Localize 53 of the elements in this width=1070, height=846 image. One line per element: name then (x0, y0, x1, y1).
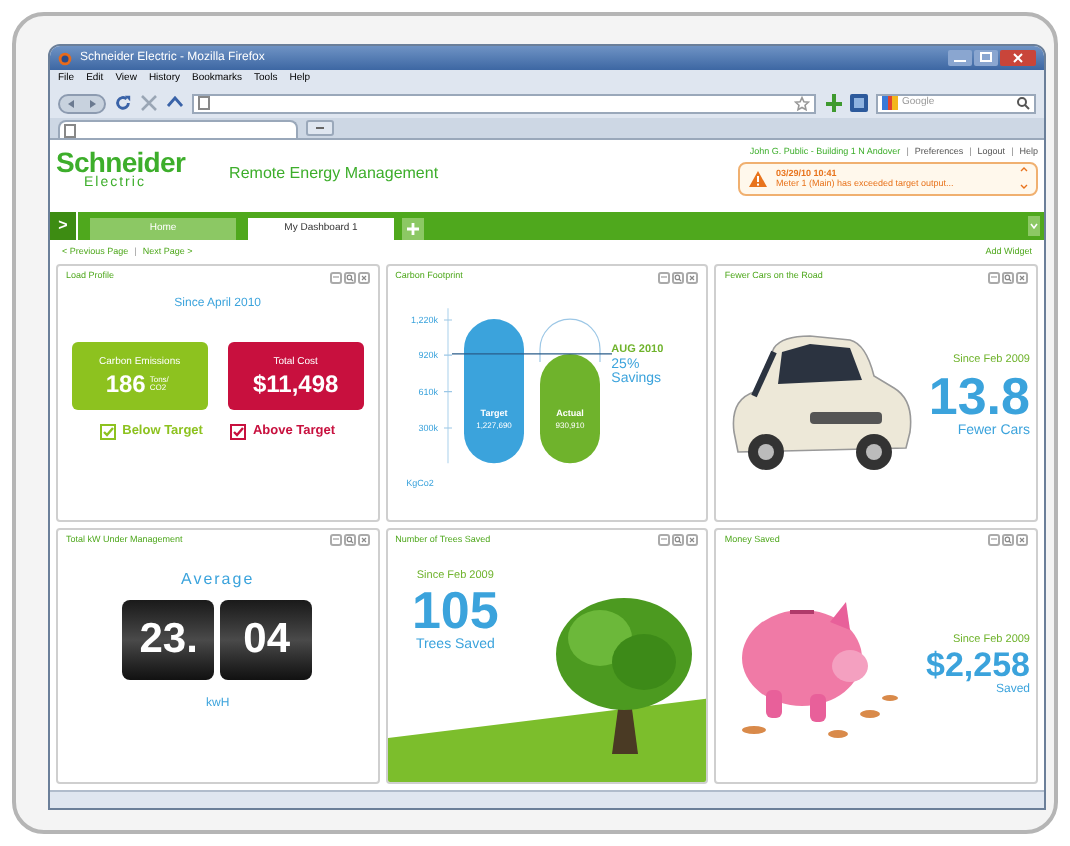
page-icon (198, 96, 210, 110)
search-icon[interactable] (1016, 96, 1030, 110)
page-icon (64, 123, 76, 137)
widget-menu-icon[interactable] (988, 271, 1000, 283)
average-label: Average (181, 567, 255, 591)
flip-digit-panel: 04 (220, 599, 313, 679)
logo-wordmark: Schneider (56, 148, 186, 176)
scroll-arrows-icon[interactable] (1020, 166, 1028, 190)
search-engine-icon (882, 96, 898, 110)
metric-value: 13.8 (928, 369, 1030, 422)
metric-value: $2,258 (926, 648, 1030, 683)
widget-menu-icon[interactable] (988, 534, 1000, 546)
widget-menu-icon[interactable] (329, 271, 342, 283)
checkbox[interactable] (230, 424, 247, 440)
plus-icon[interactable] (824, 94, 842, 112)
widget-close-icon[interactable] (686, 271, 699, 283)
flip-digit-panel: 23. (122, 599, 215, 679)
expand-button[interactable]: > (50, 212, 78, 240)
bar (539, 353, 600, 464)
product-name: Remote Energy Management (229, 162, 439, 186)
toolbar-square-icon[interactable] (850, 94, 868, 112)
widget-menu-icon[interactable] (658, 271, 671, 283)
close-button[interactable] (1000, 50, 1036, 66)
warning-icon (748, 169, 768, 187)
widget-close-icon[interactable] (357, 271, 370, 283)
widget-close-icon[interactable] (686, 534, 699, 546)
widget-menu-icon[interactable] (658, 534, 671, 546)
widget-zoom-icon[interactable] (343, 534, 356, 546)
browser-tab[interactable] (58, 120, 298, 138)
widget-zoom-icon[interactable] (343, 271, 356, 283)
address-field[interactable] (192, 93, 816, 113)
metric-value: $11,498 (252, 371, 339, 395)
maximize-button[interactable] (974, 50, 998, 66)
metric-value: 105 (411, 583, 499, 636)
widget-menu-icon[interactable] (329, 534, 342, 546)
widget-zoom-icon[interactable] (672, 271, 685, 283)
stop-icon[interactable] (140, 94, 158, 112)
add-tab-button[interactable] (402, 218, 424, 240)
widget-zoom-icon[interactable] (672, 534, 685, 546)
bookmark-star-icon[interactable] (794, 95, 810, 111)
reload-icon[interactable] (114, 94, 132, 112)
widget-zoom-icon[interactable] (1002, 271, 1014, 283)
widget-close-icon[interactable] (1016, 271, 1028, 283)
target-outline (538, 318, 600, 363)
widget-close-icon[interactable] (1016, 534, 1028, 546)
browser-logo-icon (58, 51, 72, 65)
minimize-button[interactable] (948, 50, 972, 66)
widget-close-icon[interactable] (357, 534, 370, 546)
metric-value: 186 (105, 371, 146, 395)
checkbox[interactable] (100, 424, 117, 440)
back-forward-button[interactable] (58, 93, 106, 113)
widget-zoom-icon[interactable] (1002, 534, 1014, 546)
new-tab-button[interactable] (306, 120, 334, 136)
